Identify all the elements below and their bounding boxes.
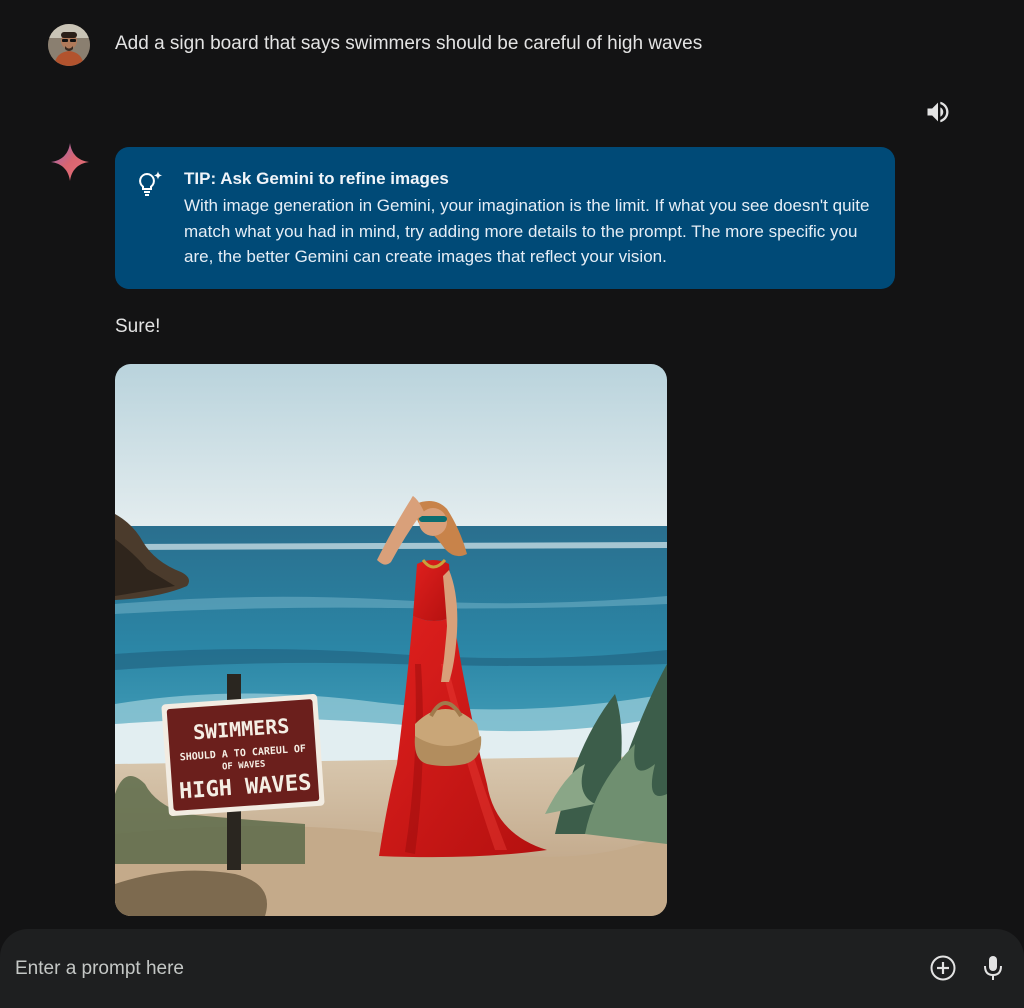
generated-image[interactable]: SWIMMERS SHOULD A TO CAREUL OF OF WAVES … xyxy=(115,364,667,916)
gemini-spark-icon xyxy=(50,142,90,182)
prompt-input-bar xyxy=(0,929,1024,1008)
speaker-icon[interactable] xyxy=(924,98,952,126)
microphone-icon[interactable] xyxy=(980,953,1006,983)
user-message-row xyxy=(48,24,90,66)
user-avatar[interactable] xyxy=(48,24,90,66)
add-circle-icon[interactable] xyxy=(928,953,958,983)
reply-text: Sure! xyxy=(115,316,161,337)
tip-card: TIP: Ask Gemini to refine images With im… xyxy=(115,147,895,289)
lightbulb-sparkle-icon xyxy=(135,169,165,199)
prompt-input[interactable] xyxy=(15,951,895,987)
user-prompt-text: Add a sign board that says swimmers shou… xyxy=(115,33,703,54)
tip-title: TIP: Ask Gemini to refine images xyxy=(184,169,449,188)
tip-body: With image generation in Gemini, your im… xyxy=(184,196,870,266)
